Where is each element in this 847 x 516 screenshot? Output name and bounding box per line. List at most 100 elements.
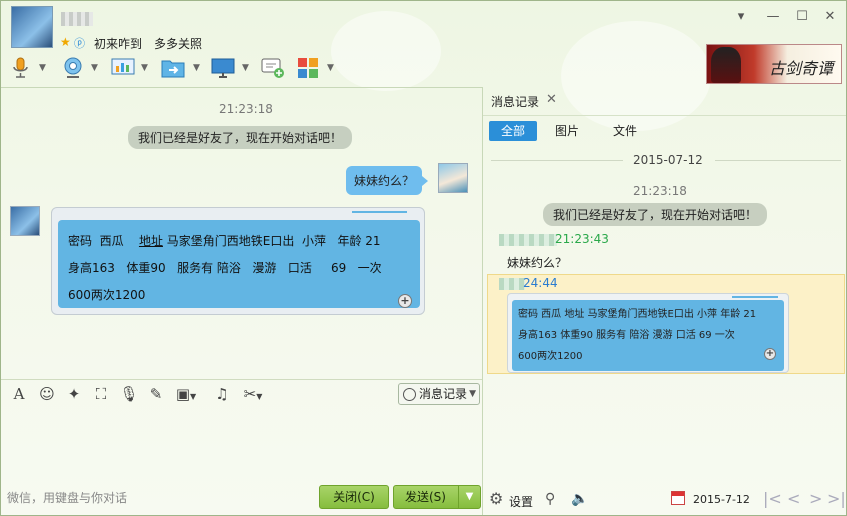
first-page-icon[interactable]: |< [763,489,782,508]
webcam-icon [64,57,82,78]
filter-images[interactable]: 图片 [547,121,587,141]
card-text: 口活 [287,261,312,275]
send-button[interactable]: 发送(S) ▼ [393,485,481,509]
emoji-icon[interactable]: ☺ [37,384,57,404]
voice-call-button[interactable]: ▼ [9,56,47,82]
card-text: 小萍 [302,234,327,248]
speaker-icon[interactable]: 🔈 [571,491,588,507]
message-history-label: 消息记录 [419,387,468,401]
music-icon[interactable]: ♫ [212,384,232,404]
chevron-down-icon: ▼ [327,63,334,73]
card-text: 年龄 21 [337,234,381,248]
send-button-label: 发送(S) [405,490,446,504]
card-text: 密码 [68,234,93,248]
create-discussion-button[interactable] [261,56,287,82]
filter-all[interactable]: 全部 [489,121,537,141]
apps-button[interactable]: ▼ [297,56,335,82]
input-toolbar: A ☺ ✦ ⛶ 🎙 ✎ ▣▼ ♫ ✂▼ 消息记录 ▼ [1,379,482,407]
scissors-icon[interactable]: ✂▼ [237,384,269,404]
microphone-icon [13,57,28,78]
history-sender-blurred [499,278,525,290]
send-options-dropdown[interactable]: ▼ [458,486,480,508]
calendar-icon[interactable] [671,491,685,505]
separator-line [715,160,841,161]
chevron-down-icon: ▼ [39,63,46,73]
history-card-message[interactable]: 密码 西瓜 地址 马家堡角门西地铁E口出 小萍 年龄 21 身高163 体重90… [507,293,789,373]
game-ad-banner[interactable]: 古剑奇谭 [706,44,842,84]
video-call-button[interactable]: ▼ [61,56,99,82]
history-card-body: 密码 西瓜 地址 马家堡角门西地铁E口出 小萍 年龄 21 身高163 体重90… [512,300,784,371]
next-page-icon[interactable]: > [809,489,822,508]
chat-window: ★ ⓟ 初来咋到 多多关照 ▾ — ☐ ✕ ▼ ▼ ▼ ▼ ▼ ▼ 古剑奇谭 2… [0,0,847,516]
chevron-down-icon: ▼ [242,63,249,73]
contact-message-avatar[interactable] [10,206,40,236]
qq-status-icon: ⓟ [74,37,85,50]
separator-line [491,160,623,161]
maximize-button[interactable]: ☐ [794,9,810,25]
close-button[interactable]: 关闭(C) [319,485,389,509]
bottom-bar: 微信，用键盘与你对话 关闭(C) 发送(S) ▼ [1,483,482,515]
chevron-down-icon: ▼ [141,63,148,73]
chevron-down-icon: ▼ [193,63,200,73]
card-text: 一次 [357,261,382,275]
card-text-link[interactable]: 地址 [139,234,163,248]
message-history-button[interactable]: 消息记录 ▼ [398,383,480,405]
outgoing-message[interactable]: 妹妹约么？ [346,166,429,195]
zoom-in-icon[interactable]: + [764,348,776,360]
chat-panel: 21:23:18 我们已经是好友了，现在开始对话吧！ 妹妹约么？ 密码 西瓜 地… [1,87,482,379]
screen-share-button[interactable]: ▼ [211,56,253,82]
apps-grid-icon [298,58,318,78]
incoming-card-message[interactable]: 密码 西瓜 地址 马家堡角门西地铁E口出 小萍 年龄 21 身高163 体重90… [51,207,425,315]
image-icon[interactable]: ▣▼ [173,384,199,404]
shake-icon[interactable]: ✦ [64,384,84,404]
contact-name-blurred [61,12,93,26]
settings-label[interactable]: 设置 [509,493,533,510]
menu-arrow-icon[interactable]: ▾ [733,9,749,25]
contact-avatar[interactable] [11,6,53,48]
history-tab-label[interactable]: 消息记录 [491,93,539,110]
edit-icon[interactable]: ✎ [146,384,166,404]
ad-character-image [711,47,741,83]
ad-logo-text: 古剑奇谭 [768,59,833,78]
card-text: 69 [330,261,347,275]
folder-icon [161,60,185,78]
history-card-line: 600两次1200 [518,351,583,362]
filter-files[interactable]: 文件 [605,121,645,141]
card-top-accent [352,211,407,213]
signature-part-2: 多多关照 [154,37,203,51]
history-system-message: 我们已经是好友了，现在开始对话吧！ [543,203,768,226]
card-text: 漫游 [252,261,277,275]
card-text: 马家堡角门西地铁E口出 [166,234,295,248]
card-text: 服务有 陪浴 [177,261,241,275]
card-line-2: 身高163 体重90 服务有 陪浴 漫游 口活 69 一次 [68,255,410,282]
voice-message-icon[interactable]: 🎙 [119,384,139,404]
self-avatar[interactable] [438,163,468,193]
close-window-button[interactable]: ✕ [822,9,838,25]
history-message-time: 24:44 [523,276,558,290]
history-timestamp: 21:23:18 [633,184,687,198]
card-top-accent [732,296,778,298]
close-history-icon[interactable]: ✕ [546,92,557,107]
outgoing-message-text: 妹妹约么？ [354,174,415,188]
history-bottom-date: 2015-7-12 [693,493,750,506]
minimize-button[interactable]: — [765,9,781,25]
monitor-icon [211,58,235,78]
file-transfer-button[interactable]: ▼ [161,56,203,82]
input-hint: 微信，用键盘与你对话 [7,491,128,505]
history-card-line: 身高163 体重90 服务有 陪浴 漫游 口活 69 一次 [518,330,735,341]
gear-icon[interactable]: ⚙ [489,489,503,508]
header: ★ ⓟ 初来咋到 多多关照 ▾ — ☐ ✕ ▼ ▼ ▼ ▼ ▼ ▼ 古剑奇谭 [1,1,846,85]
screenshot-frame-icon[interactable]: ⛶ [91,384,111,404]
remote-assist-button[interactable]: ▼ [111,56,153,82]
clock-icon [403,388,416,401]
message-input[interactable] [1,407,482,483]
search-icon[interactable]: ⚲ [545,491,555,507]
card-line-3: 600两次1200 [68,282,410,309]
previous-page-icon[interactable]: < [787,489,800,508]
zoom-in-icon[interactable]: + [398,294,412,308]
card-text: 西瓜 [99,234,124,248]
last-page-icon[interactable]: >| [827,489,846,508]
font-icon[interactable]: A [9,384,29,404]
incoming-card-body: 密码 西瓜 地址 马家堡角门西地铁E口出 小萍 年龄 21 身高163 体重90… [58,220,420,308]
card-text: 600两次1200 [68,288,146,302]
